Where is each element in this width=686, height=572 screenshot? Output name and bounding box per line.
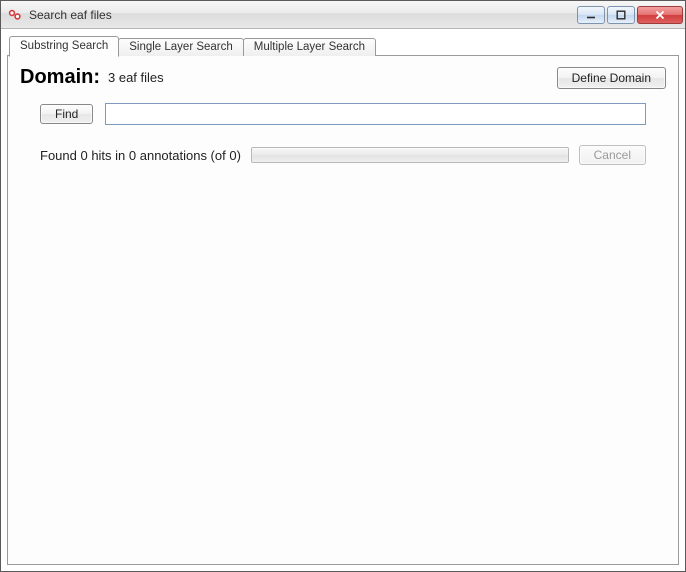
tab-label: Multiple Layer Search: [254, 41, 365, 53]
window-title: Search eaf files: [29, 8, 577, 22]
tab-label: Single Layer Search: [129, 41, 233, 53]
domain-row: Domain: 3 eaf files Define Domain: [20, 66, 666, 89]
tabs: Substring Search Single Layer Search Mul…: [7, 35, 679, 565]
client-area: Substring Search Single Layer Search Mul…: [1, 29, 685, 571]
window-controls: [577, 6, 683, 24]
tab-substring-search[interactable]: Substring Search: [9, 36, 119, 57]
define-domain-button[interactable]: Define Domain: [557, 67, 666, 89]
tab-label: Substring Search: [20, 40, 108, 52]
domain-label: Domain:: [20, 66, 100, 89]
search-input[interactable]: [105, 103, 646, 125]
tab-multiple-layer-search[interactable]: Multiple Layer Search: [243, 38, 376, 56]
results-status: Found 0 hits in 0 annotations (of 0): [40, 148, 241, 163]
tab-strip: Substring Search Single Layer Search Mul…: [7, 36, 679, 56]
results-row: Found 0 hits in 0 annotations (of 0) Can…: [20, 145, 666, 165]
app-icon: [7, 7, 23, 23]
domain-value: 3 eaf files: [108, 70, 164, 85]
close-button[interactable]: [637, 6, 683, 24]
minimize-button[interactable]: [577, 6, 605, 24]
tab-panel-substring: Domain: 3 eaf files Define Domain Find F…: [7, 55, 679, 565]
progress-bar: [251, 147, 569, 163]
tab-single-layer-search[interactable]: Single Layer Search: [118, 38, 244, 56]
maximize-button[interactable]: [607, 6, 635, 24]
find-button[interactable]: Find: [40, 104, 93, 124]
search-eaf-window: Search eaf files Substring Search Single…: [0, 0, 686, 572]
titlebar[interactable]: Search eaf files: [1, 1, 685, 29]
cancel-button: Cancel: [579, 145, 646, 165]
find-row: Find: [20, 103, 666, 125]
